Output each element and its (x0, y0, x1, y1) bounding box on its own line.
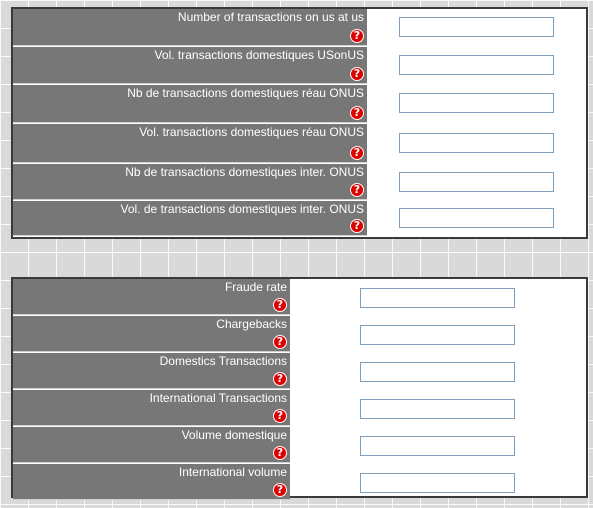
field-label-cell: International volume ? (13, 464, 290, 500)
field-label: Nb de transactions domestiques inter. ON… (125, 165, 364, 179)
help-icon[interactable]: ? (350, 67, 364, 81)
form-row-volume-domestique: Volume domestique ? (13, 427, 586, 464)
transactions-on-us-input[interactable] (399, 17, 554, 37)
help-icon[interactable]: ? (350, 183, 364, 197)
domestics-transactions-input[interactable] (360, 362, 515, 382)
form-row-nb-reau-onus: Nb de transactions domestiques réau ONUS… (13, 85, 586, 124)
form-row-international-transactions: International Transactions ? (13, 390, 586, 427)
form-row-chargebacks: Chargebacks ? (13, 316, 586, 353)
nb-inter-onus-input[interactable] (399, 172, 554, 192)
nb-reau-onus-input[interactable] (399, 93, 554, 113)
form-row-vol-inter-onus: Vol. de transactions domestiques inter. … (13, 201, 586, 237)
help-icon[interactable]: ? (273, 372, 287, 386)
form-panel-transactions: Number of transactions on us at us ? Vol… (11, 7, 588, 239)
vol-inter-onus-input[interactable] (399, 208, 554, 228)
vol-usonus-input[interactable] (399, 55, 554, 75)
form-row-vol-reau-onus: Vol. transactions domestiques réau ONUS … (13, 124, 586, 164)
field-label: Vol. de transactions domestiques inter. … (120, 202, 364, 216)
help-icon[interactable]: ? (273, 335, 287, 349)
field-label-cell: Domestics Transactions ? (13, 353, 290, 389)
field-label-cell: Number of transactions on us at us ? (13, 9, 367, 46)
field-label-cell: Fraude rate ? (13, 279, 290, 315)
chargebacks-input[interactable] (360, 325, 515, 345)
form-row-vol-usonus: Vol. transactions domestiques USonUS ? (13, 47, 586, 85)
field-label: Chargebacks (216, 317, 287, 331)
field-label: International Transactions (149, 391, 287, 405)
form-row-domestics-transactions: Domestics Transactions ? (13, 353, 586, 390)
vol-reau-onus-input[interactable] (399, 133, 554, 153)
international-transactions-input[interactable] (360, 399, 515, 419)
fraude-rate-input[interactable] (360, 288, 515, 308)
field-label: Vol. transactions domestiques réau ONUS (139, 125, 364, 139)
field-label-cell: Nb de transactions domestiques inter. ON… (13, 164, 367, 200)
form-row-nb-inter-onus: Nb de transactions domestiques inter. ON… (13, 164, 586, 201)
form-row-fraude-rate: Fraude rate ? (13, 279, 586, 316)
field-label: International volume (178, 465, 287, 479)
field-label: Number of transactions on us at us (177, 10, 364, 24)
field-label-cell: Chargebacks ? (13, 316, 290, 352)
field-label-cell: Volume domestique ? (13, 427, 290, 463)
field-label: Vol. transactions domestiques USonUS (154, 48, 364, 62)
help-icon[interactable]: ? (350, 219, 364, 233)
volume-domestique-input[interactable] (360, 436, 515, 456)
help-icon[interactable]: ? (273, 446, 287, 460)
field-label: Volume domestique (181, 428, 287, 442)
field-label: Fraude rate (224, 280, 287, 294)
field-label: Nb de transactions domestiques réau ONUS (127, 86, 364, 100)
field-label-cell: Vol. transactions domestiques réau ONUS … (13, 124, 367, 163)
help-icon[interactable]: ? (350, 146, 364, 160)
help-icon[interactable]: ? (273, 409, 287, 423)
form-panel-fraud-volume: Fraude rate ? Chargebacks ? Domestics Tr… (11, 277, 588, 501)
help-icon[interactable]: ? (273, 483, 287, 497)
field-label-cell: Vol. transactions domestiques USonUS ? (13, 47, 367, 84)
help-icon[interactable]: ? (273, 298, 287, 312)
field-label: Domestics Transactions (159, 354, 287, 368)
help-icon[interactable]: ? (350, 29, 364, 43)
field-label-cell: Nb de transactions domestiques réau ONUS… (13, 85, 367, 123)
form-row-international-volume: International volume ? (13, 464, 586, 501)
field-label-cell: Vol. de transactions domestiques inter. … (13, 201, 367, 236)
help-icon[interactable]: ? (350, 106, 364, 120)
field-label-cell: International Transactions ? (13, 390, 290, 426)
form-row-transactions-on-us: Number of transactions on us at us ? (13, 9, 586, 47)
international-volume-input[interactable] (360, 473, 515, 493)
